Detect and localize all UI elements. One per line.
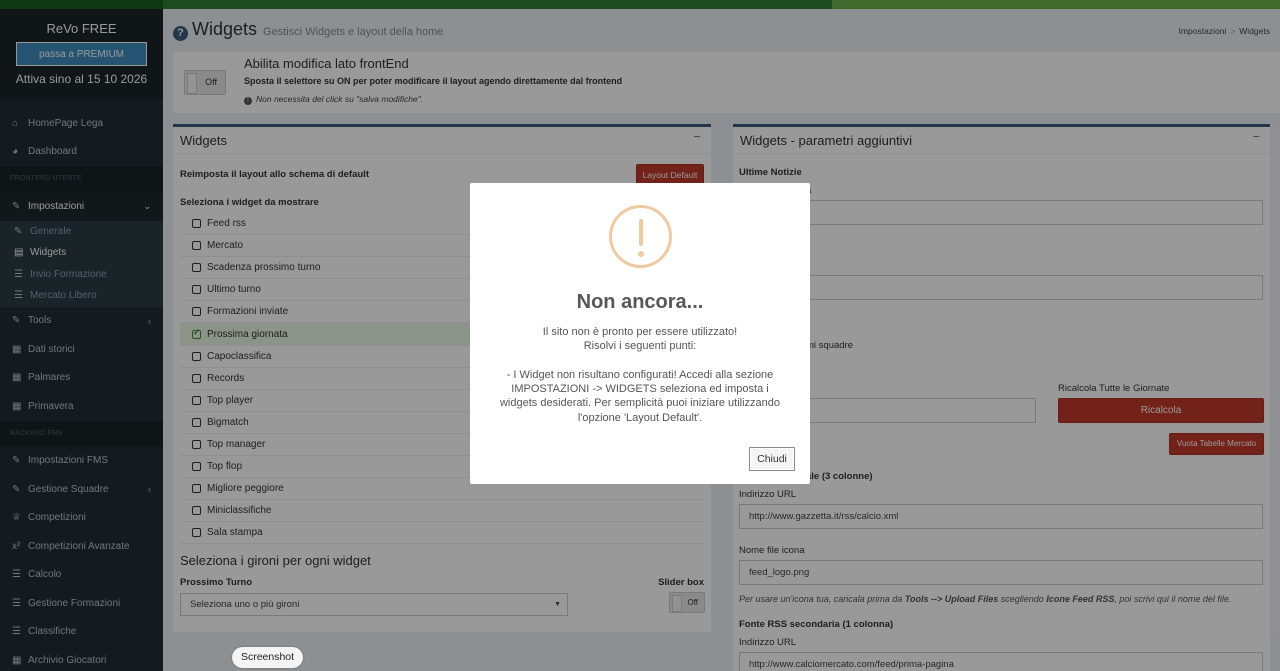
screenshot-pill[interactable]: Screenshot — [232, 647, 303, 668]
alert-modal: Non ancora... Il sito non è pronto per e… — [470, 183, 810, 484]
modal-message: Il sito non è pronto per essere utilizza… — [499, 326, 781, 424]
warning-icon — [609, 205, 672, 268]
modal-title: Non ancora... — [576, 291, 704, 313]
close-button[interactable]: Chiudi — [749, 447, 795, 471]
